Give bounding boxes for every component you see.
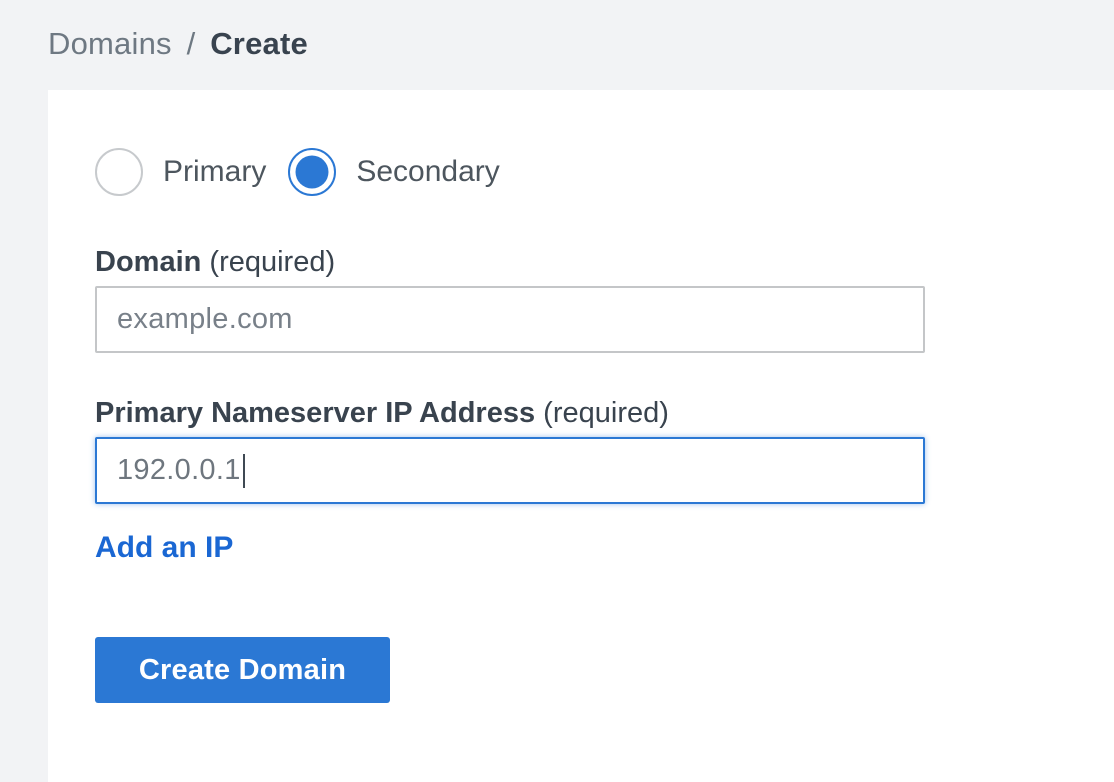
domain-label-text: Domain bbox=[95, 246, 201, 278]
create-domain-button[interactable]: Create Domain bbox=[95, 637, 390, 703]
nameserver-ip-input[interactable]: 192.0.0.1 bbox=[95, 437, 925, 504]
text-caret bbox=[243, 454, 246, 488]
domain-field-label: Domain (required) bbox=[95, 245, 1067, 279]
nameserver-field-label: Primary Nameserver IP Address (required) bbox=[95, 396, 1067, 430]
radio-secondary-selected-icon[interactable] bbox=[288, 148, 336, 196]
nameserver-ip-value: 192.0.0.1 bbox=[117, 454, 241, 487]
domain-required-hint: (required) bbox=[209, 246, 335, 278]
radio-option-primary[interactable]: Primary bbox=[95, 148, 266, 196]
breadcrumb-section-domains[interactable]: Domains bbox=[48, 26, 172, 61]
domain-input[interactable] bbox=[95, 286, 925, 353]
page-background: Domains / Create Primary Secondary Domai… bbox=[0, 0, 1114, 782]
nameserver-required-hint: (required) bbox=[543, 397, 669, 429]
create-domain-card: Primary Secondary Domain (required) Prim… bbox=[48, 90, 1114, 782]
domain-input-wrap bbox=[95, 286, 1067, 353]
nameserver-label-text: Primary Nameserver IP Address bbox=[95, 397, 535, 429]
radio-primary-label[interactable]: Primary bbox=[163, 155, 266, 189]
radio-primary-unselected-icon[interactable] bbox=[95, 148, 143, 196]
radio-option-secondary[interactable]: Secondary bbox=[288, 148, 499, 196]
breadcrumb: Domains / Create bbox=[0, 0, 1114, 90]
add-ip-link[interactable]: Add an IP bbox=[95, 531, 233, 565]
radio-secondary-label[interactable]: Secondary bbox=[356, 155, 499, 189]
breadcrumb-separator: / bbox=[181, 26, 202, 61]
breadcrumb-current-page: Create bbox=[210, 26, 308, 61]
domain-type-radio-group: Primary Secondary bbox=[95, 147, 1067, 197]
